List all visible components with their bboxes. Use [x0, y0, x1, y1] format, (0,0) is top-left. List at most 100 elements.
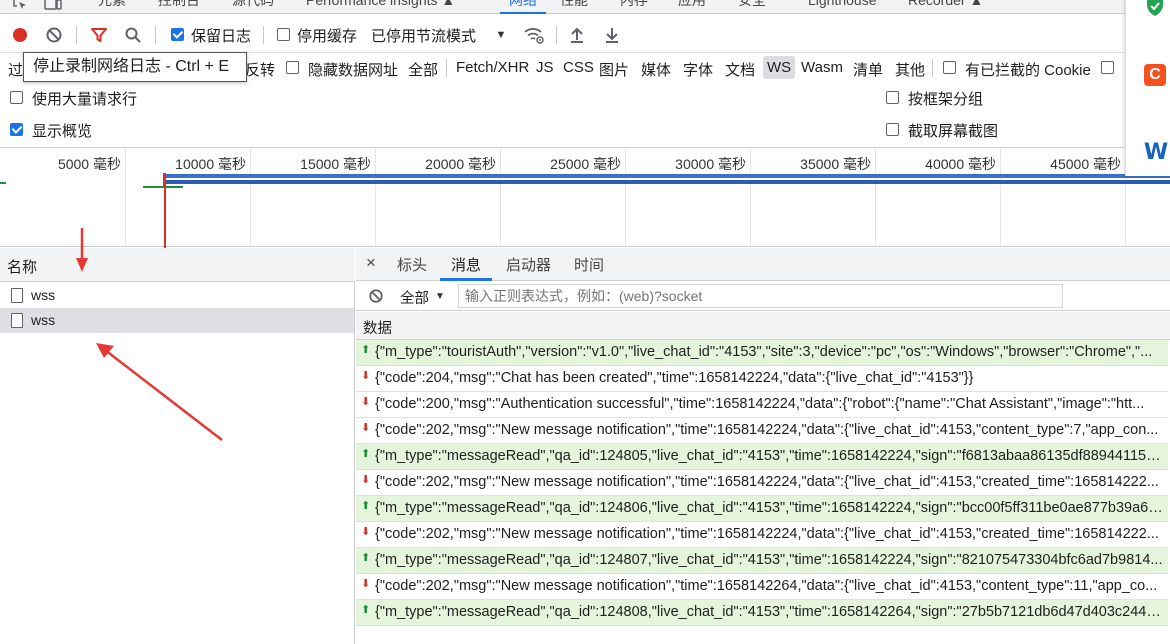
tab-initiator[interactable]: 启动器	[506, 254, 551, 275]
invert-label[interactable]: 反转	[245, 59, 275, 80]
request-name: wss	[31, 287, 56, 303]
tab-headers[interactable]: 标头	[397, 254, 427, 275]
message-row[interactable]: ⬆ {"m_type":"messageRead","qa_id":124806,…	[356, 496, 1168, 522]
record-button[interactable]	[10, 25, 30, 45]
timeline-tick-label: 25000 毫秒	[550, 156, 621, 172]
message-row[interactable]: ⬇ {"code":200,"msg":"Authentication succe…	[356, 392, 1168, 418]
request-detail-panel: × 标头 消息 启动器 时间 全部 ▼ 数据 ⬆ {"m_type":"touri…	[356, 248, 1170, 644]
detail-tabs: × 标头 消息 启动器 时间	[356, 248, 1170, 281]
message-row[interactable]: ⬇ {"code":202,"msg":"New message notifica…	[356, 418, 1168, 444]
arrow-down-icon: ⬇	[361, 578, 371, 590]
message-row[interactable]: ⬆ {"m_type":"messageRead","qa_id":124808,…	[356, 600, 1168, 626]
tab-recorder[interactable]: Recorder ▲	[908, 0, 983, 14]
group-by-frame-checkbox[interactable]	[886, 91, 899, 104]
close-detail-button[interactable]: ×	[366, 253, 376, 273]
message-row[interactable]: ⬆ {"m_type":"messageRead","qa_id":124805,…	[356, 444, 1168, 470]
message-row[interactable]: ⬆ {"m_type":"touristAuth","version":"v1.0…	[356, 340, 1168, 366]
import-har-icon[interactable]	[568, 25, 586, 45]
arrow-up-icon: ⬆	[361, 604, 371, 616]
timeline-dom-marker	[163, 173, 164, 187]
type-filter-all[interactable]: 全部	[408, 59, 438, 80]
arrow-down-icon: ⬇	[361, 370, 371, 382]
tab-performance[interactable]: 性能	[560, 0, 588, 14]
toolbar-divider	[76, 26, 77, 44]
tab-network[interactable]: 网络	[500, 0, 546, 14]
w-extension-icon[interactable]: W	[1144, 140, 1168, 165]
chevron-down-icon[interactable]: ▼	[494, 26, 508, 44]
message-data: {"m_type":"messageRead","qa_id":124808,"…	[375, 604, 1165, 620]
show-overview-checkbox[interactable]	[10, 123, 23, 136]
arrow-up-icon: ⬆	[361, 552, 371, 564]
tab-memory[interactable]: 内存	[620, 0, 648, 14]
c-extension-icon[interactable]: C	[1144, 64, 1166, 86]
message-row[interactable]: ⬆ {"m_type":"messageRead","qa_id":124807,…	[356, 548, 1168, 574]
tab-security[interactable]: 安全	[738, 0, 766, 14]
show-overview-label: 显示概览	[32, 123, 93, 140]
disable-cache-checkbox[interactable]	[277, 28, 290, 41]
tab-elements[interactable]: 元素	[98, 0, 126, 14]
shield-check-extension-icon[interactable]	[1144, 0, 1166, 18]
request-name: wss	[31, 312, 56, 328]
request-row[interactable]: wss	[0, 308, 354, 333]
type-filter-css[interactable]: CSS	[563, 59, 594, 76]
message-row[interactable]: ⬇ {"code":204,"msg":"Chat has been create…	[356, 366, 1168, 392]
inspect-element-icon[interactable]	[10, 0, 30, 12]
type-filter-media[interactable]: 媒体	[641, 59, 671, 80]
export-har-icon[interactable]	[603, 25, 621, 45]
timeline-tick-label: 5000 毫秒	[57, 156, 121, 172]
throttling-select[interactable]: 已停用节流模式	[371, 25, 476, 46]
type-filter-fetch-xhr[interactable]: Fetch/XHR	[456, 59, 529, 76]
device-toolbar-icon[interactable]	[42, 0, 64, 12]
type-filter-ws[interactable]: WS	[763, 56, 796, 79]
timeline-tick-label: 10000 毫秒	[175, 156, 246, 172]
clear-messages-icon[interactable]	[367, 287, 385, 305]
message-row[interactable]: ⬇ {"code":202,"msg":"New message notifica…	[356, 522, 1168, 548]
arrow-down-icon: ⬇	[361, 396, 371, 408]
type-filter-other[interactable]: 其他	[895, 59, 925, 80]
large-rows-checkbox[interactable]	[10, 91, 23, 104]
data-column-header[interactable]: 数据	[356, 312, 1170, 340]
hide-data-urls-checkbox[interactable]	[286, 61, 299, 74]
capture-screenshots-checkbox[interactable]	[886, 123, 899, 136]
network-toolbar: 保留日志 停用缓存 已停用节流模式 ▼	[0, 20, 1125, 50]
tab-timing[interactable]: 时间	[574, 254, 604, 275]
blocked-requests-checkbox[interactable]	[1101, 61, 1114, 74]
timeline-tick-label: 40000 毫秒	[925, 156, 996, 172]
tab-console[interactable]: 控制台	[158, 0, 200, 14]
tab-messages[interactable]: 消息	[451, 254, 481, 275]
tab-application[interactable]: 应用	[678, 0, 706, 14]
type-filter-font[interactable]: 字体	[683, 59, 713, 80]
message-type-select[interactable]: 全部	[400, 287, 429, 308]
tab-sources[interactable]: 源代码	[232, 0, 274, 14]
filter-icon[interactable]	[89, 25, 109, 45]
message-filter-input[interactable]	[458, 284, 1063, 308]
network-conditions-icon[interactable]	[522, 24, 546, 46]
search-icon[interactable]	[123, 25, 143, 45]
type-filter-js[interactable]: JS	[536, 59, 554, 76]
clear-button[interactable]	[44, 25, 64, 45]
request-row[interactable]: wss	[0, 283, 354, 308]
filter-input-prefix[interactable]: 过	[8, 59, 23, 80]
request-list-header[interactable]: 名称	[0, 248, 355, 282]
toolbar-divider	[155, 26, 156, 44]
type-filter-img[interactable]: 图片	[599, 59, 629, 80]
network-overview-timeline[interactable]: 5000 毫秒 10000 毫秒 15000 毫秒 20000 毫秒 25000 毫秒 3…	[0, 147, 1170, 248]
timeline-websocket-bar	[165, 174, 1170, 178]
message-row[interactable]: ⬇ {"code":202,"msg":"New message notifica…	[356, 574, 1168, 600]
name-column-header[interactable]: 名称	[7, 256, 37, 277]
preserve-log-checkbox[interactable]	[171, 28, 184, 41]
type-filter-manifest[interactable]: 清单	[853, 59, 883, 80]
toolbar-divider	[263, 26, 264, 44]
group-by-frame-label: 按框架分组	[908, 91, 984, 108]
tab-performance-insights[interactable]: Performance insights ▲	[306, 0, 455, 14]
blocked-cookies-checkbox[interactable]	[943, 61, 956, 74]
message-row[interactable]: ⬇ {"code":202,"msg":"New message notifica…	[356, 470, 1168, 496]
message-data: {"m_type":"touristAuth","version":"v1.0"…	[375, 344, 1153, 360]
toolbar-divider	[446, 59, 447, 77]
type-filter-doc[interactable]: 文档	[725, 59, 755, 80]
type-filter-wasm[interactable]: Wasm	[801, 59, 843, 76]
chevron-down-icon[interactable]: ▼	[434, 288, 446, 304]
tab-lighthouse[interactable]: Lighthouse	[808, 0, 877, 14]
capture-screenshots-label: 截取屏幕截图	[908, 123, 999, 140]
toolbar-divider	[932, 59, 933, 77]
